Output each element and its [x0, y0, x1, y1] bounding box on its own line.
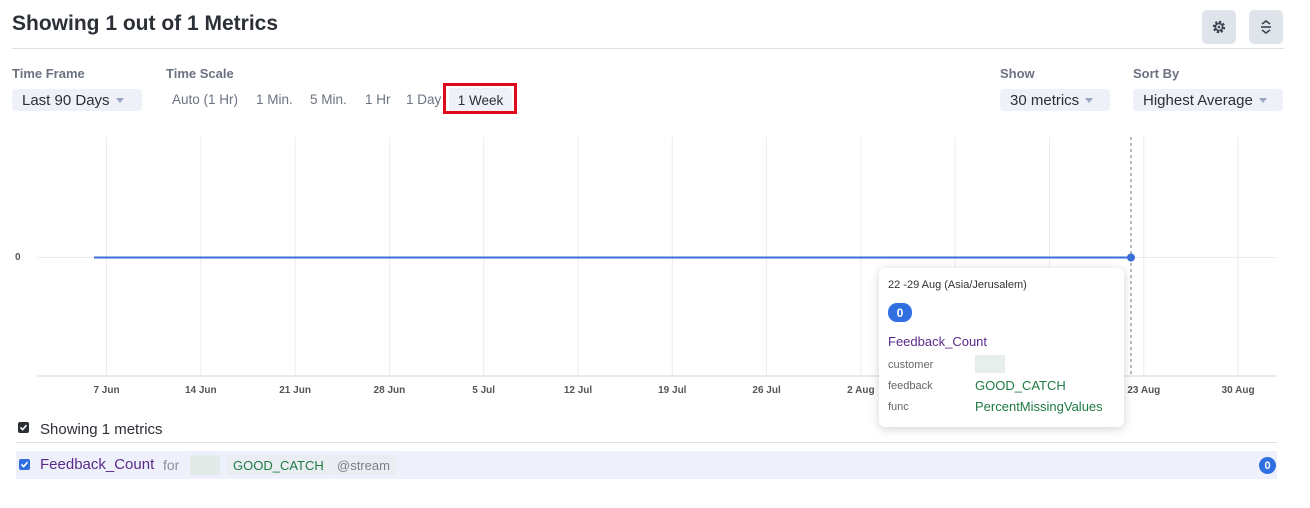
tooltip-metric-name: Feedback_Count — [888, 334, 988, 349]
x-tick-label: 7 Jun — [93, 385, 120, 396]
metric-row-name[interactable]: Feedback_Count — [40, 456, 154, 473]
metrics-list-header: Showing 1 metrics — [40, 421, 163, 438]
x-tick-label: 14 Jun — [184, 385, 217, 396]
x-tick-label: 19 Jul — [658, 385, 687, 396]
metric-row-customer-chip-redacted — [190, 455, 220, 475]
check-icon — [20, 461, 29, 468]
metric-row-stream-chip: @stream — [331, 455, 396, 475]
tooltip-value-feedback: GOOD_CATCH — [975, 378, 1066, 393]
metric-row-value-badge: 0 — [1259, 457, 1276, 474]
tooltip-key-feedback: feedback — [888, 380, 933, 392]
metric-row[interactable]: Feedback_Count for GOOD_CATCH @stream 0 — [16, 451, 1277, 479]
x-tick-label: 26 Jul — [752, 385, 781, 396]
tooltip-key-func: func — [888, 401, 909, 413]
metrics-list-divider — [16, 442, 1277, 443]
metric-row-checkbox[interactable] — [19, 459, 30, 470]
series-point-hover — [1127, 253, 1135, 262]
tooltip-value-badge: 0 — [888, 303, 912, 322]
x-tick-label: 12 Jul — [563, 385, 593, 396]
tooltip-value-customer-redacted — [975, 355, 1005, 373]
chart-tooltip: 22 -29 Aug (Asia/Jerusalem) 0 Feedback_C… — [879, 268, 1124, 427]
x-tick-label: 28 Jun — [373, 385, 406, 396]
tooltip-key-customer: customer — [888, 359, 934, 371]
tooltip-value-func: PercentMissingValues — [975, 399, 1103, 414]
check-icon — [19, 424, 28, 431]
x-tick-label: 5 Jul — [472, 385, 496, 396]
select-all-checkbox[interactable] — [18, 422, 29, 433]
tooltip-date: 22 -29 Aug (Asia/Jerusalem) — [888, 279, 1027, 291]
x-tick-label: 21 Jun — [279, 385, 311, 396]
metric-row-feedback-chip: GOOD_CATCH — [227, 455, 330, 475]
metric-row-for-text: for — [163, 457, 180, 473]
x-tick-label: 30 Aug — [1221, 385, 1255, 396]
